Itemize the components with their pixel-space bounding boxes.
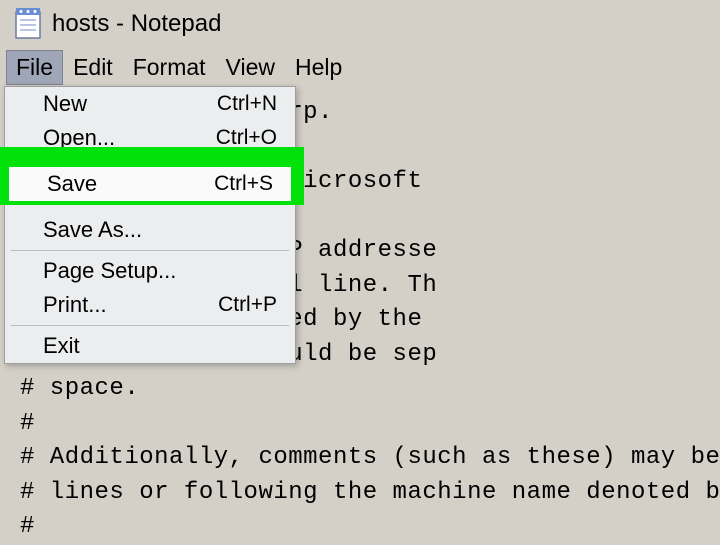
notepad-icon [14, 8, 42, 40]
file-menu-dropdown: New Ctrl+N Open... Ctrl+O Save Ctrl+S Sa… [4, 86, 296, 364]
menu-item-label: New [43, 91, 87, 117]
window-title: hosts - Notepad [52, 10, 221, 38]
menu-item-save[interactable]: Save Ctrl+S [9, 167, 291, 201]
menu-edit[interactable]: Edit [63, 50, 123, 85]
menu-item-label: Page Setup... [43, 258, 176, 284]
menu-format[interactable]: Format [123, 50, 216, 85]
menubar: File Edit Format View Help [0, 48, 720, 86]
menu-file[interactable]: File [6, 50, 63, 85]
menu-item-shortcut: Ctrl+P [218, 293, 277, 317]
menu-item-label: Print... [43, 292, 107, 318]
menu-item-shortcut: Ctrl+S [214, 172, 273, 196]
menu-help[interactable]: Help [285, 50, 352, 85]
menu-item-shortcut: Ctrl+N [217, 92, 277, 116]
menu-view[interactable]: View [216, 50, 285, 85]
menu-item-new[interactable]: New Ctrl+N [5, 87, 295, 121]
menu-item-label: Save As... [43, 217, 142, 243]
menu-item-label: Exit [43, 333, 80, 359]
menu-item-save-as[interactable]: Save As... [5, 213, 295, 247]
menu-item-exit[interactable]: Exit [5, 329, 295, 363]
menu-separator [11, 325, 289, 326]
menu-item-page-setup[interactable]: Page Setup... [5, 254, 295, 288]
menu-item-print[interactable]: Print... Ctrl+P [5, 288, 295, 322]
menu-separator [11, 250, 289, 251]
menu-item-label: Save [47, 171, 97, 197]
titlebar: hosts - Notepad [0, 0, 720, 48]
